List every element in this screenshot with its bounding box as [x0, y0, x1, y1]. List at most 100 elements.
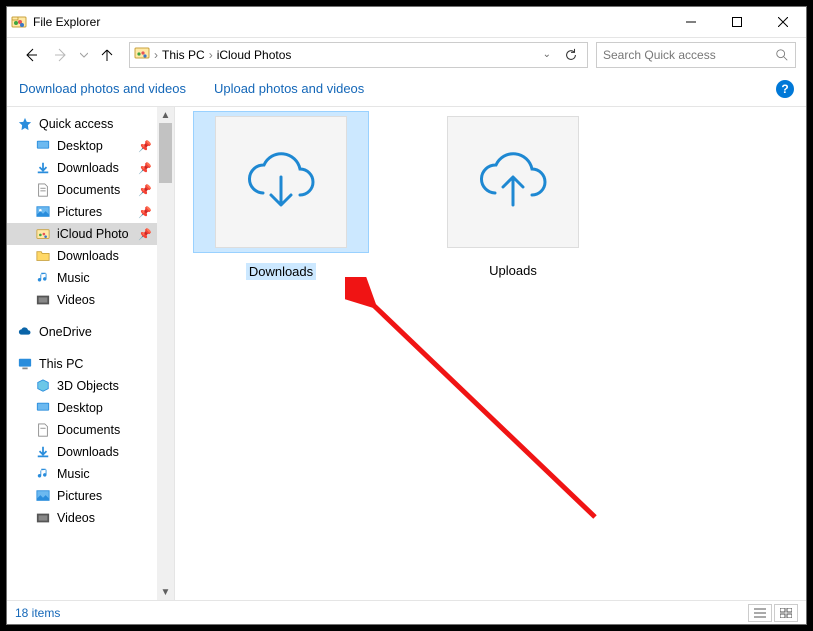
sidebar-item-videos[interactable]: Videos: [7, 289, 174, 311]
sidebar-item-desktop-2[interactable]: Desktop: [7, 397, 174, 419]
folder-downloads[interactable]: Downloads: [193, 111, 369, 281]
thumbnails-view-button[interactable]: [774, 604, 798, 622]
refresh-button[interactable]: [559, 48, 583, 62]
cloud-upload-icon: [471, 147, 555, 217]
sidebar-item-label: Downloads: [57, 445, 119, 459]
sidebar-item-label: Videos: [57, 293, 95, 307]
video-icon: [35, 292, 51, 308]
scroll-up-icon[interactable]: ▲: [157, 107, 174, 123]
sidebar-item-documents-2[interactable]: Documents: [7, 419, 174, 441]
sidebar-item-downloads[interactable]: Downloads 📌: [7, 157, 174, 179]
location-icon: [134, 45, 150, 64]
sidebar-item-downloads-2[interactable]: Downloads: [7, 245, 174, 267]
titlebar: File Explorer: [7, 7, 806, 37]
sidebar-item-icloud-photos[interactable]: iCloud Photo 📌: [7, 223, 174, 245]
folder-label: Uploads: [425, 263, 601, 278]
sidebar-item-label: Documents: [57, 423, 120, 437]
search-icon: [775, 48, 789, 62]
help-button[interactable]: ?: [776, 80, 794, 98]
pictures-icon: [35, 204, 51, 220]
window-title: File Explorer: [33, 15, 668, 29]
sidebar-item-pictures-2[interactable]: Pictures: [7, 485, 174, 507]
sidebar-item-label: Documents: [57, 183, 120, 197]
desktop-icon: [35, 400, 51, 416]
sidebar-item-pictures[interactable]: Pictures 📌: [7, 201, 174, 223]
explorer-window: File Explorer › This PC › iCloud Photos …: [6, 6, 807, 625]
sidebar-item-label: Downloads: [57, 249, 119, 263]
document-icon: [35, 182, 51, 198]
nav-pane: Quick access Desktop 📌 Downloads 📌 Documen…: [7, 107, 175, 600]
folder-uploads[interactable]: Uploads: [425, 111, 601, 278]
pin-icon: 📌: [138, 140, 152, 153]
sidebar-onedrive[interactable]: OneDrive: [7, 321, 174, 343]
folder-icon: [35, 248, 51, 264]
back-button[interactable]: [17, 41, 45, 69]
forward-button[interactable]: [47, 41, 75, 69]
pin-icon: 📌: [138, 206, 152, 219]
pictures-icon: [35, 488, 51, 504]
video-icon: [35, 510, 51, 526]
folder-label: Downloads: [246, 263, 316, 280]
body: Quick access Desktop 📌 Downloads 📌 Documen…: [7, 107, 806, 600]
onedrive-icon: [17, 324, 33, 340]
minimize-button[interactable]: [668, 7, 714, 37]
sidebar-item-music[interactable]: Music: [7, 267, 174, 289]
download-icon: [35, 444, 51, 460]
document-icon: [35, 422, 51, 438]
cmd-download[interactable]: Download photos and videos: [19, 81, 186, 96]
cube-icon: [35, 378, 51, 394]
scroll-down-icon[interactable]: ▼: [157, 584, 174, 600]
sidebar-thispc[interactable]: This PC: [7, 353, 174, 375]
statusbar: 18 items: [7, 600, 806, 624]
sidebar-item-videos-2[interactable]: Videos: [7, 507, 174, 529]
search-placeholder: Search Quick access: [603, 48, 775, 62]
sidebar-item-label: Videos: [57, 511, 95, 525]
sidebar-item-label: Desktop: [57, 139, 103, 153]
sidebar-label: OneDrive: [39, 325, 92, 339]
chevron-right-icon: ›: [209, 48, 213, 62]
download-icon: [35, 160, 51, 176]
annotation-arrow: [345, 277, 605, 537]
cloud-download-icon: [239, 147, 323, 217]
details-view-button[interactable]: [748, 604, 772, 622]
sidebar-item-label: Downloads: [57, 161, 119, 175]
sidebar-item-label: iCloud Photo: [57, 227, 129, 241]
sidebar-label: Quick access: [39, 117, 113, 131]
icloud-icon: [35, 226, 51, 242]
sidebar-item-label: Pictures: [57, 489, 102, 503]
scroll-thumb[interactable]: [159, 123, 172, 183]
sidebar-item-desktop[interactable]: Desktop 📌: [7, 135, 174, 157]
sidebar-item-label: Pictures: [57, 205, 102, 219]
sidebar-item-documents[interactable]: Documents 📌: [7, 179, 174, 201]
sidebar-item-label: Desktop: [57, 401, 103, 415]
command-bar: Download photos and videos Upload photos…: [7, 71, 806, 107]
search-input[interactable]: Search Quick access: [596, 42, 796, 68]
address-dropdown-icon[interactable]: ⌄: [543, 49, 551, 60]
status-text: 18 items: [15, 606, 60, 620]
nav-scrollbar[interactable]: ▲ ▼: [157, 107, 174, 600]
music-icon: [35, 466, 51, 482]
content-area[interactable]: Downloads Uploads: [175, 107, 806, 600]
maximize-button[interactable]: [714, 7, 760, 37]
cmd-upload[interactable]: Upload photos and videos: [214, 81, 364, 96]
chevron-right-icon: ›: [154, 48, 158, 62]
app-icon: [11, 14, 27, 30]
pc-icon: [17, 356, 33, 372]
sidebar-quick-access[interactable]: Quick access: [7, 113, 174, 135]
sidebar-label: This PC: [39, 357, 83, 371]
sidebar-item-label: Music: [57, 467, 90, 481]
pin-icon: 📌: [138, 184, 152, 197]
sidebar-item-downloads-3[interactable]: Downloads: [7, 441, 174, 463]
pin-icon: 📌: [138, 162, 152, 175]
breadcrumb-current[interactable]: iCloud Photos: [217, 48, 292, 62]
address-bar[interactable]: › This PC › iCloud Photos ⌄: [129, 42, 588, 68]
up-button[interactable]: [93, 41, 121, 69]
sidebar-item-label: Music: [57, 271, 90, 285]
close-button[interactable]: [760, 7, 806, 37]
sidebar-item-label: 3D Objects: [57, 379, 119, 393]
pin-icon: 📌: [138, 228, 152, 241]
recent-dropdown[interactable]: [77, 41, 91, 69]
sidebar-item-music-2[interactable]: Music: [7, 463, 174, 485]
sidebar-item-3d[interactable]: 3D Objects: [7, 375, 174, 397]
breadcrumb-root[interactable]: This PC: [162, 48, 205, 62]
